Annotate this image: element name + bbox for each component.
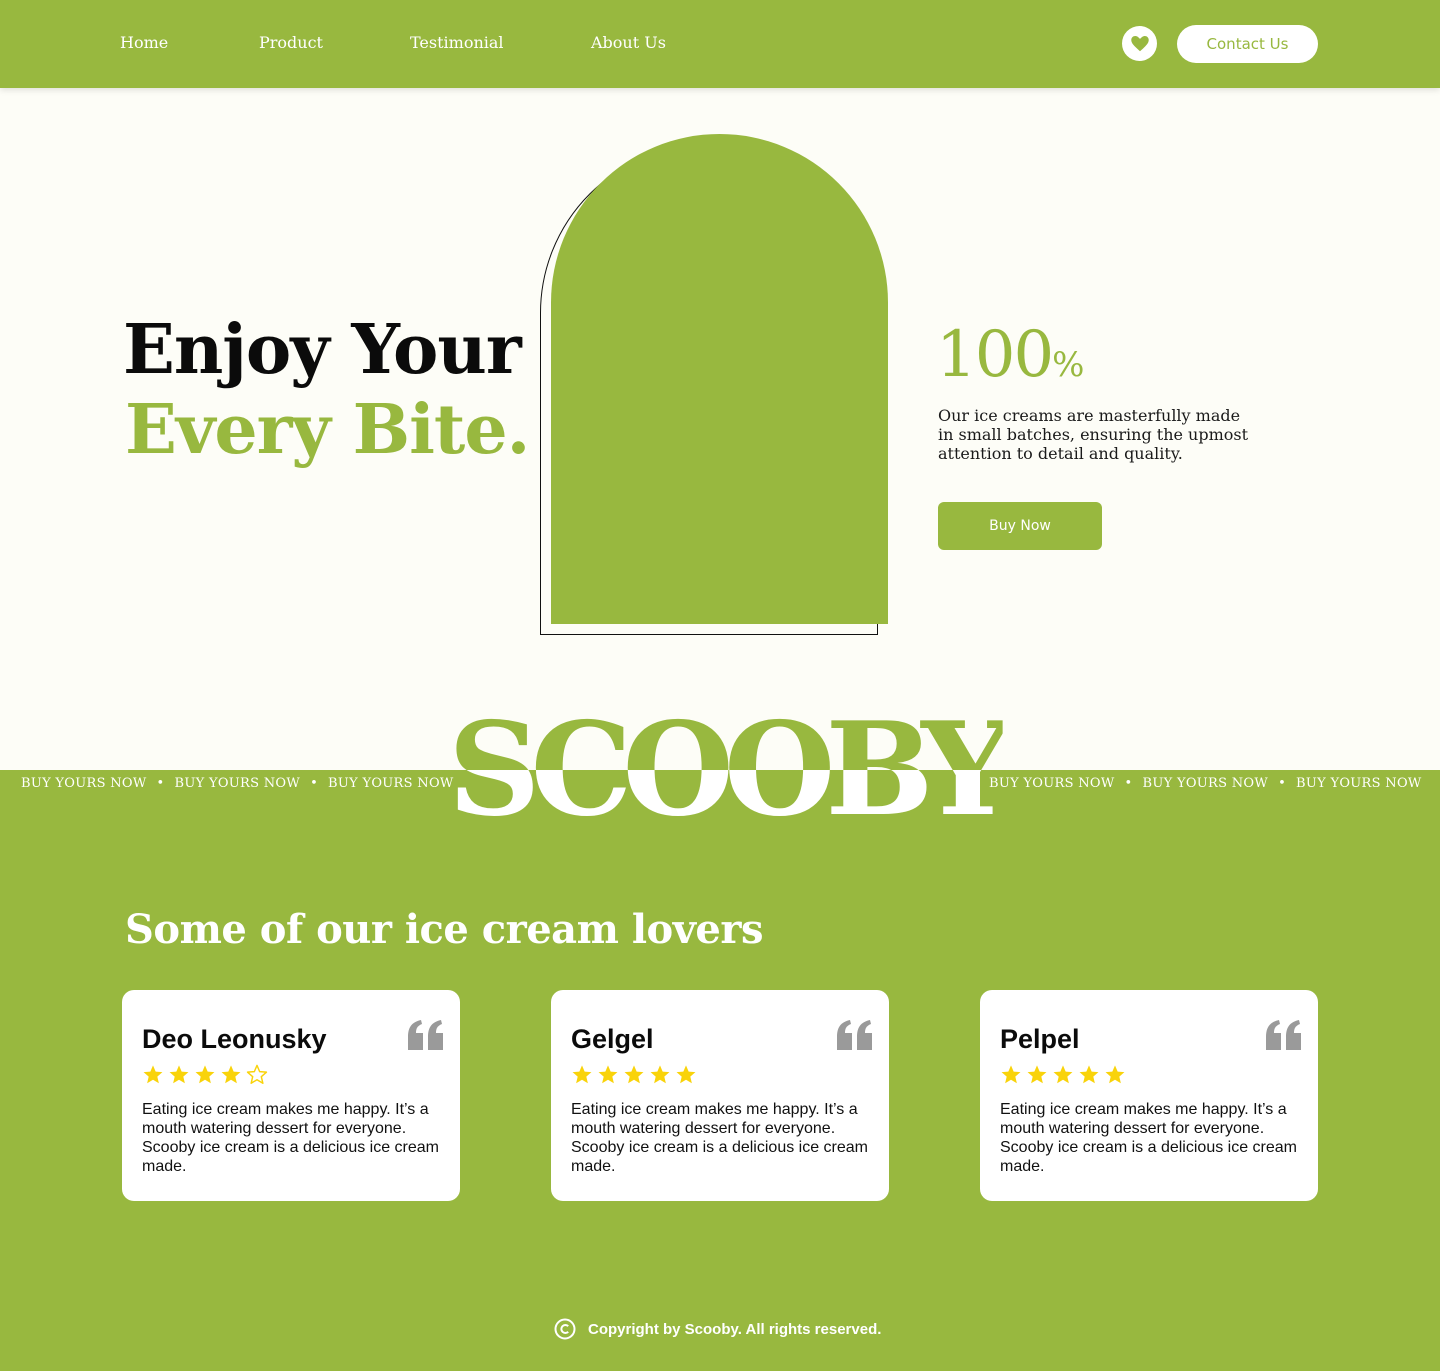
star-filled-icon xyxy=(143,1065,163,1084)
hero-stat-value: 100 xyxy=(936,318,1054,392)
quote-icon xyxy=(837,1020,872,1050)
star-filled-icon xyxy=(624,1065,644,1084)
reviewer-name: Deo Leonusky xyxy=(142,1024,327,1054)
nav-link-home[interactable]: Home xyxy=(120,33,168,52)
star-filled-icon xyxy=(676,1065,696,1084)
review-text: Eating ice cream makes me happy. It’s a … xyxy=(142,1101,440,1175)
star-filled-icon xyxy=(1079,1065,1099,1084)
testimonial-card: Deo Leonusky Eating ice cream makes me h… xyxy=(122,990,460,1201)
star-rating xyxy=(142,1064,268,1086)
star-filled-icon xyxy=(650,1065,670,1084)
star-rating xyxy=(1000,1064,1126,1086)
hero-description: Our ice creams are masterfully made in s… xyxy=(938,406,1249,463)
nav-link-testimonial[interactable]: Testimonial xyxy=(410,33,504,52)
reviewer-name: Gelgel xyxy=(571,1024,654,1054)
reviewer-name: Pelpel xyxy=(1000,1024,1080,1054)
hero-stat-unit: % xyxy=(1052,345,1085,385)
copyright-icon xyxy=(554,1318,576,1340)
hero-arch-image xyxy=(551,134,888,624)
review-text: Eating ice cream makes me happy. It’s a … xyxy=(571,1101,869,1175)
hero-stat: 100% xyxy=(936,318,1084,392)
hero-headline-line2: Every Bite. xyxy=(125,390,530,470)
buy-now-button[interactable]: Buy Now xyxy=(938,502,1102,550)
star-empty-icon xyxy=(246,1064,268,1084)
testimonial-card: Gelgel Eating ice cream makes me happy. … xyxy=(551,990,889,1201)
star-filled-icon xyxy=(221,1065,241,1084)
star-filled-icon xyxy=(1053,1065,1073,1084)
nav-link-about-us[interactable]: About Us xyxy=(591,33,666,52)
star-filled-icon xyxy=(1105,1065,1125,1084)
testimonial-card: Pelpel Eating ice cream makes me happy. … xyxy=(980,990,1318,1201)
star-filled-icon xyxy=(598,1065,618,1084)
favorite-button[interactable] xyxy=(1122,26,1157,61)
star-rating xyxy=(571,1064,697,1086)
testimonials-title: Some of our ice cream lovers xyxy=(125,906,763,953)
brand-wordmark: SCOOBY SCOOBY xyxy=(0,700,1440,840)
hero-headline-line1: Enjoy Your xyxy=(123,310,522,390)
footer: Copyright by Scooby. All rights reserved… xyxy=(554,1318,881,1340)
star-filled-icon xyxy=(1001,1065,1021,1084)
contact-us-button[interactable]: Contact Us xyxy=(1177,25,1318,63)
star-filled-icon xyxy=(572,1065,592,1084)
nav-link-product[interactable]: Product xyxy=(259,33,323,52)
star-filled-icon xyxy=(169,1065,189,1084)
top-navbar: Home Product Testimonial About Us Contac… xyxy=(0,0,1440,88)
star-filled-icon xyxy=(1027,1065,1047,1084)
quote-icon xyxy=(1266,1020,1301,1050)
star-filled-icon xyxy=(195,1065,215,1084)
quote-icon xyxy=(408,1020,443,1050)
heart-icon xyxy=(1130,35,1149,51)
review-text: Eating ice cream makes me happy. It’s a … xyxy=(1000,1101,1298,1175)
copyright-text: Copyright by Scooby. All rights reserved… xyxy=(588,1320,882,1338)
